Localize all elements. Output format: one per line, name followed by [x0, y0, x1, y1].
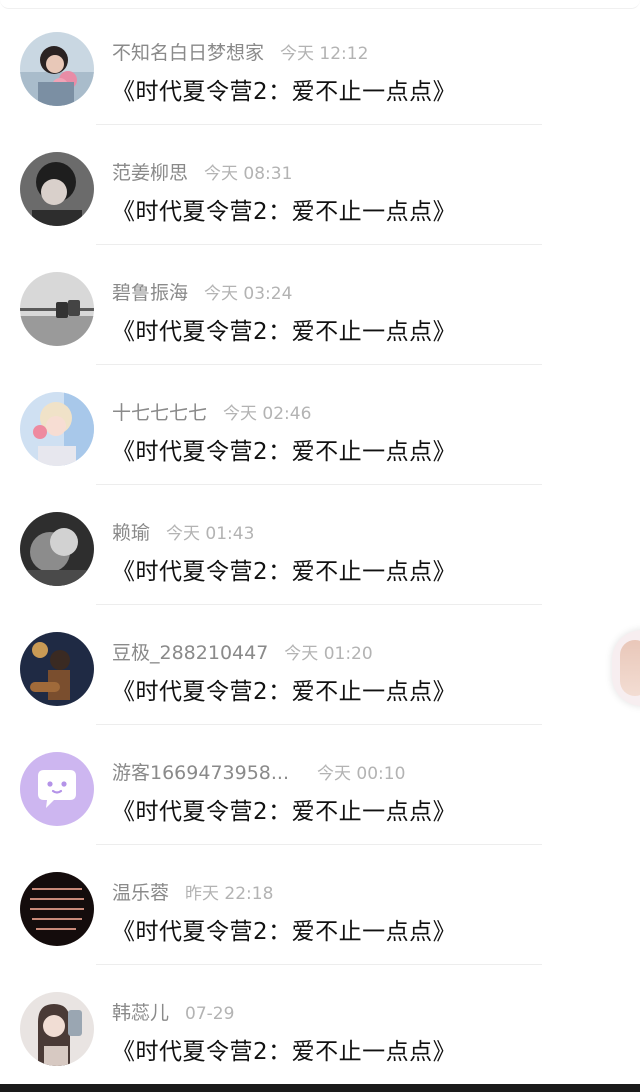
divider	[96, 844, 542, 845]
avatar[interactable]	[20, 512, 94, 586]
timestamp: 今天 02:46	[223, 404, 312, 424]
sender-name: 碧鲁振海	[112, 282, 189, 304]
sender-name: 赖瑜	[112, 522, 151, 544]
divider	[96, 364, 542, 365]
item-meta: 不知名白日梦想家 今天 12:12	[112, 38, 368, 65]
divider	[96, 964, 542, 965]
floating-avatar-image	[620, 640, 640, 696]
sender-name: 范姜柳思	[112, 162, 189, 184]
message-text: 《时代夏令营2：爱不止一点点》	[112, 319, 457, 345]
divider	[96, 484, 542, 485]
timestamp: 今天 01:20	[284, 644, 373, 664]
list-item[interactable]: 不知名白日梦想家 今天 12:12 《时代夏令营2：爱不止一点点》	[0, 6, 640, 126]
timestamp: 今天 01:43	[166, 524, 255, 544]
list-item[interactable]: 温乐蓉 昨天 22:18 《时代夏令营2：爱不止一点点》	[0, 846, 640, 966]
avatar[interactable]	[20, 752, 94, 826]
avatar[interactable]	[20, 872, 94, 946]
sender-name: 温乐蓉	[112, 882, 170, 904]
sender-name: 游客1669473958...	[112, 762, 290, 784]
timestamp: 07-29	[185, 1004, 235, 1024]
item-meta: 游客1669473958... 今天 00:10	[112, 758, 405, 785]
timestamp: 今天 03:24	[204, 284, 293, 304]
item-meta: 豆极_288210447 今天 01:20	[112, 638, 373, 665]
message-text: 《时代夏令营2：爱不止一点点》	[112, 559, 457, 585]
item-meta: 赖瑜 今天 01:43	[112, 518, 254, 545]
list-item[interactable]: 游客1669473958... 今天 00:10 《时代夏令营2：爱不止一点点》	[0, 726, 640, 846]
sender-name: 豆极_288210447	[112, 642, 269, 664]
message-text: 《时代夏令营2：爱不止一点点》	[112, 1039, 457, 1065]
message-text: 《时代夏令营2：爱不止一点点》	[112, 679, 457, 705]
message-text: 《时代夏令营2：爱不止一点点》	[112, 919, 457, 945]
list-item[interactable]: 赖瑜 今天 01:43 《时代夏令营2：爱不止一点点》	[0, 486, 640, 606]
list-item[interactable]: 范姜柳思 今天 08:31 《时代夏令营2：爱不止一点点》	[0, 126, 640, 246]
message-text: 《时代夏令营2：爱不止一点点》	[112, 439, 457, 465]
avatar[interactable]	[20, 992, 94, 1066]
bottom-edge	[0, 1084, 640, 1092]
avatar[interactable]	[20, 272, 94, 346]
avatar[interactable]	[20, 392, 94, 466]
divider	[96, 724, 542, 725]
avatar[interactable]	[20, 152, 94, 226]
divider	[96, 244, 542, 245]
sender-name: 韩蕊儿	[112, 1002, 170, 1024]
list-item[interactable]: 豆极_288210447 今天 01:20 《时代夏令营2：爱不止一点点》	[0, 606, 640, 726]
item-meta: 温乐蓉 昨天 22:18	[112, 878, 273, 905]
item-meta: 碧鲁振海 今天 03:24	[112, 278, 292, 305]
message-text: 《时代夏令营2：爱不止一点点》	[112, 79, 457, 105]
divider	[96, 604, 542, 605]
item-meta: 韩蕊儿 07-29	[112, 998, 234, 1025]
timestamp: 昨天 22:18	[185, 884, 274, 904]
list-item[interactable]: 十七七七七 今天 02:46 《时代夏令营2：爱不止一点点》	[0, 366, 640, 486]
item-meta: 范姜柳思 今天 08:31	[112, 158, 292, 185]
avatar[interactable]	[20, 32, 94, 106]
divider	[96, 124, 542, 125]
item-meta: 十七七七七 今天 02:46	[112, 398, 311, 425]
avatar[interactable]	[20, 632, 94, 706]
guest-chat-bubble-icon	[20, 752, 94, 826]
list-item[interactable]: 韩蕊儿 07-29 《时代夏令营2：爱不止一点点》	[0, 966, 640, 1086]
timestamp: 今天 12:12	[280, 44, 369, 64]
message-text: 《时代夏令营2：爱不止一点点》	[112, 799, 457, 825]
sender-name: 不知名白日梦想家	[112, 42, 265, 64]
timestamp: 今天 00:10	[317, 764, 406, 784]
sender-name: 十七七七七	[112, 402, 208, 424]
message-text: 《时代夏令营2：爱不止一点点》	[112, 199, 457, 225]
timestamp: 今天 08:31	[204, 164, 293, 184]
list-item[interactable]: 碧鲁振海 今天 03:24 《时代夏令营2：爱不止一点点》	[0, 246, 640, 366]
